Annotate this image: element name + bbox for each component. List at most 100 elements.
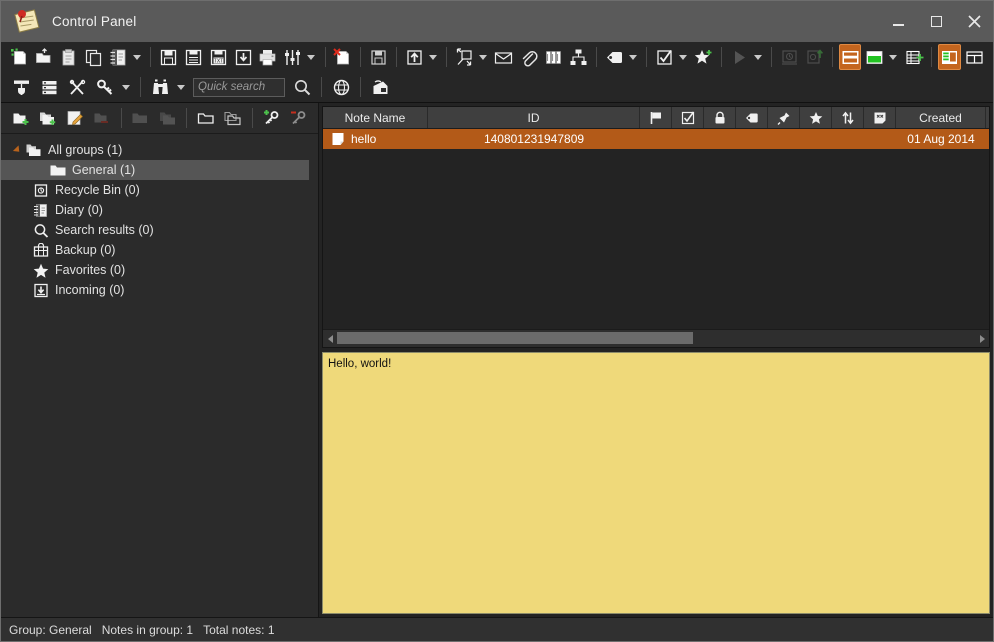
- lock-icon: [713, 111, 727, 125]
- column-header-sync[interactable]: [832, 107, 864, 128]
- tree-item-backup[interactable]: Backup (0): [1, 240, 318, 260]
- checklist-dropdown-caret[interactable]: [677, 44, 689, 70]
- delete-group-button[interactable]: [90, 105, 115, 131]
- collapse-group-button[interactable]: [220, 105, 245, 131]
- notebook-button[interactable]: [107, 44, 130, 70]
- column-header-created[interactable]: Created: [896, 107, 986, 128]
- import-button[interactable]: [232, 44, 255, 70]
- layout-tabs-button[interactable]: [963, 44, 986, 70]
- skin-button[interactable]: [367, 74, 393, 100]
- rename-group-button[interactable]: [62, 105, 87, 131]
- favorite-button[interactable]: [692, 44, 715, 70]
- tag-dropdown-caret[interactable]: [627, 44, 639, 70]
- new-subgroup-button[interactable]: [35, 105, 60, 131]
- tree-item-search-results[interactable]: Search results (0): [1, 220, 318, 240]
- minimize-button[interactable]: [879, 1, 917, 42]
- checklist-button[interactable]: [653, 44, 676, 70]
- close-button[interactable]: [955, 1, 993, 42]
- new-group-button[interactable]: [8, 105, 33, 131]
- column-header-note-name[interactable]: Note Name: [323, 107, 428, 128]
- scroll-track[interactable]: [337, 331, 975, 346]
- column-header-last-saved[interactable]: Last Saved: [986, 107, 994, 128]
- attachment-button[interactable]: [517, 44, 540, 70]
- resize-dropdown-caret[interactable]: [477, 44, 489, 70]
- layout-columns-button[interactable]: [903, 44, 926, 70]
- send-note-button[interactable]: [803, 44, 826, 70]
- database-button[interactable]: [36, 74, 62, 100]
- delete-note-button[interactable]: [332, 44, 355, 70]
- properties-dropdown-caret[interactable]: [305, 44, 317, 70]
- tools-button[interactable]: [64, 74, 90, 100]
- search-input[interactable]: [193, 78, 285, 97]
- export-button[interactable]: [403, 44, 426, 70]
- paste-note-button[interactable]: [58, 44, 81, 70]
- save-as-text-button[interactable]: TXT: [207, 44, 230, 70]
- resize-note-button[interactable]: [453, 44, 476, 70]
- folders-icon: [25, 142, 43, 158]
- backup-button[interactable]: [367, 44, 390, 70]
- layout-preview-button[interactable]: [863, 44, 886, 70]
- export-dropdown-caret[interactable]: [427, 44, 439, 70]
- expander-icon[interactable]: [11, 142, 23, 158]
- expand-group-button[interactable]: [193, 105, 218, 131]
- save-all-button[interactable]: [182, 44, 205, 70]
- duplicate-note-button[interactable]: [82, 44, 105, 70]
- tree-item-diary[interactable]: Diary (0): [1, 200, 318, 220]
- find-button[interactable]: [147, 74, 173, 100]
- web-button[interactable]: [328, 74, 354, 100]
- groups-tree[interactable]: All groups (1) General (1) Recycle Bin (…: [1, 134, 318, 617]
- resize-icon: [455, 48, 474, 67]
- column-header-note-x[interactable]: [864, 107, 896, 128]
- unlock-group-button[interactable]: [286, 105, 311, 131]
- maximize-button[interactable]: [917, 1, 955, 42]
- column-header-flag[interactable]: [640, 107, 672, 128]
- status-bar: Group: General Notes in group: 1 Total n…: [1, 617, 993, 641]
- notebook-dropdown-caret[interactable]: [131, 44, 143, 70]
- new-note-button[interactable]: [8, 44, 31, 70]
- scroll-thumb[interactable]: [337, 332, 693, 344]
- network-button[interactable]: [567, 44, 590, 70]
- notes-list-rows[interactable]: hello 140801231947809 01 Aug 2014 01 Aug…: [323, 129, 989, 329]
- title-bar[interactable]: Control Panel: [1, 1, 993, 42]
- star-plus-icon: [694, 48, 713, 67]
- password-button[interactable]: [92, 74, 118, 100]
- email-note-button[interactable]: [493, 44, 516, 70]
- save-button[interactable]: [157, 44, 180, 70]
- tree-item-favorites[interactable]: Favorites (0): [1, 260, 318, 280]
- notes-list-horizontal-scrollbar[interactable]: [323, 329, 989, 347]
- properties-button[interactable]: [281, 44, 304, 70]
- restore-note-button[interactable]: [778, 44, 801, 70]
- column-header-pin[interactable]: [768, 107, 800, 128]
- cell-note-name[interactable]: hello: [323, 132, 428, 146]
- password-dropdown-caret[interactable]: [119, 74, 133, 100]
- column-header-lock[interactable]: [704, 107, 736, 128]
- tree-item-all-groups[interactable]: All groups (1): [1, 140, 318, 160]
- move-group-button[interactable]: [128, 105, 153, 131]
- layout-preview-dropdown-caret[interactable]: [887, 44, 899, 70]
- note-editor-text[interactable]: Hello, world!: [323, 353, 989, 375]
- note-editor[interactable]: Hello, world!: [322, 352, 990, 614]
- tree-item-recycle-bin[interactable]: Recycle Bin (0): [1, 180, 318, 200]
- column-header-checkbox[interactable]: [672, 107, 704, 128]
- open-note-button[interactable]: [33, 44, 56, 70]
- archive-button[interactable]: [542, 44, 565, 70]
- layout-split-horizontal-button[interactable]: [839, 44, 862, 70]
- play-dropdown-caret[interactable]: [752, 44, 764, 70]
- play-button[interactable]: [728, 44, 751, 70]
- tag-button[interactable]: [603, 44, 626, 70]
- column-header-star[interactable]: [800, 107, 832, 128]
- tree-item-incoming[interactable]: Incoming (0): [1, 280, 318, 300]
- column-header-tag[interactable]: [736, 107, 768, 128]
- tree-item-general[interactable]: General (1): [1, 160, 309, 180]
- pick-note-button[interactable]: [8, 74, 34, 100]
- scroll-left-button[interactable]: [323, 331, 337, 346]
- search-submit-button[interactable]: [289, 74, 315, 100]
- find-dropdown-caret[interactable]: [174, 74, 188, 100]
- table-row[interactable]: hello 140801231947809 01 Aug 2014 01 Aug…: [323, 129, 989, 149]
- lock-group-button[interactable]: [259, 105, 284, 131]
- copy-group-button[interactable]: [155, 105, 180, 131]
- scroll-right-button[interactable]: [975, 331, 989, 346]
- column-header-id[interactable]: ID: [428, 107, 640, 128]
- layout-grid-button[interactable]: [938, 44, 961, 70]
- print-button[interactable]: [257, 44, 280, 70]
